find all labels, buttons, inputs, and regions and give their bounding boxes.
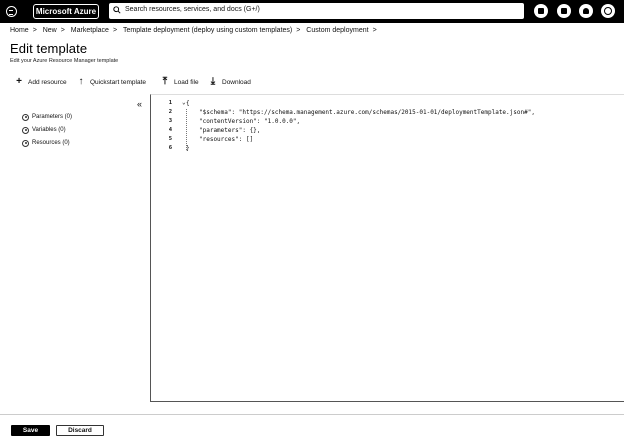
breadcrumb: Home > New > Marketplace > Template deploym… bbox=[10, 27, 381, 37]
load-file-button[interactable]: ⤒ Load file bbox=[160, 76, 199, 88]
line-code: "resources": [] bbox=[199, 136, 254, 143]
bell-icon[interactable] bbox=[579, 4, 593, 18]
line-code: "contentVersion": "1.0.0.0", bbox=[199, 118, 301, 125]
chevron-right-icon: > bbox=[296, 27, 301, 34]
breadcrumb-marketplace[interactable]: Marketplace bbox=[71, 27, 109, 34]
page-title: Edit template bbox=[10, 41, 88, 56]
tree-item-label: Resources (0) bbox=[32, 140, 70, 146]
discard-button[interactable]: Discard bbox=[56, 425, 104, 436]
parameters-icon bbox=[22, 113, 29, 121]
add-resource-label: Add resource bbox=[28, 78, 67, 86]
line-code: "$schema": "https://schema.management.az… bbox=[199, 109, 535, 116]
tree-item-variables[interactable]: Variables (0) bbox=[22, 125, 66, 135]
editor-line: 2 "$schema": "https://schema.management.… bbox=[151, 108, 624, 117]
save-button[interactable]: Save bbox=[11, 425, 50, 436]
feedback-icon[interactable] bbox=[557, 4, 571, 18]
menu-icon[interactable] bbox=[6, 6, 17, 17]
page-subtitle: Edit your Azure Resource Manager templat… bbox=[10, 58, 119, 64]
search-placeholder: Search resources, services, and docs (G+… bbox=[125, 6, 260, 13]
line-code: "parameters": {}, bbox=[199, 127, 261, 134]
line-code: } bbox=[186, 145, 190, 152]
chevron-right-icon: > bbox=[60, 27, 65, 34]
editor-line: 1 ⌄ { bbox=[151, 99, 624, 108]
line-number: 3 bbox=[168, 118, 172, 124]
download-icon: ⤓ bbox=[210, 76, 216, 87]
editor-line: 4 "parameters": {}, bbox=[151, 126, 624, 135]
brand-logo[interactable]: Microsoft Azure bbox=[33, 4, 99, 19]
tree-item-parameters[interactable]: Parameters (0) bbox=[22, 112, 72, 122]
search-icon bbox=[113, 6, 121, 14]
editor-line: 5 "resources": [] bbox=[151, 135, 624, 144]
footer-divider bbox=[0, 414, 624, 415]
variables-icon bbox=[22, 126, 29, 134]
top-bar: Microsoft Azure Search resources, servic… bbox=[0, 0, 624, 23]
line-number: 6 bbox=[168, 145, 172, 151]
tree-item-label: Parameters (0) bbox=[32, 114, 73, 120]
breadcrumb-home[interactable]: Home bbox=[10, 27, 29, 34]
arrow-up-icon: ↑ bbox=[78, 76, 84, 87]
line-number: 5 bbox=[168, 136, 172, 142]
download-label: Download bbox=[222, 78, 251, 86]
line-code: { bbox=[186, 100, 190, 107]
chevron-right-icon: > bbox=[372, 27, 377, 34]
quickstart-template-label: Quickstart template bbox=[90, 78, 146, 86]
settings-icon[interactable] bbox=[601, 4, 615, 18]
collapse-pane-button[interactable]: « bbox=[137, 99, 142, 109]
add-resource-button[interactable]: + Add resource bbox=[14, 76, 67, 88]
code-editor[interactable]: 1 ⌄ { 2 "$schema": "https://schema.manag… bbox=[150, 94, 624, 402]
line-number: 2 bbox=[168, 109, 172, 115]
editor-line: 3 "contentVersion": "1.0.0.0", bbox=[151, 117, 624, 126]
load-file-label: Load file bbox=[174, 78, 199, 86]
breadcrumb-new[interactable]: New bbox=[43, 27, 57, 34]
download-button[interactable]: ⤓ Download bbox=[208, 76, 251, 88]
tree-item-label: Variables (0) bbox=[32, 127, 66, 133]
cloud-shell-icon[interactable] bbox=[534, 4, 548, 18]
editor-line: 6 } bbox=[151, 144, 624, 153]
upload-icon: ⤒ bbox=[162, 76, 168, 87]
quickstart-template-button[interactable]: ↑ Quickstart template bbox=[76, 76, 147, 88]
chevron-right-icon: > bbox=[32, 27, 37, 34]
chevron-right-icon: > bbox=[112, 27, 118, 34]
search-input[interactable]: Search resources, services, and docs (G+… bbox=[109, 3, 524, 19]
resources-icon bbox=[22, 139, 29, 147]
plus-icon: + bbox=[16, 76, 22, 87]
breadcrumb-template-deployment[interactable]: Template deployment (deploy using custom… bbox=[123, 27, 292, 34]
breadcrumb-custom-deployment[interactable]: Custom deployment bbox=[306, 27, 368, 34]
tree-item-resources[interactable]: Resources (0) bbox=[22, 138, 70, 148]
line-number: 4 bbox=[168, 127, 172, 133]
line-number: 1 bbox=[168, 100, 172, 106]
